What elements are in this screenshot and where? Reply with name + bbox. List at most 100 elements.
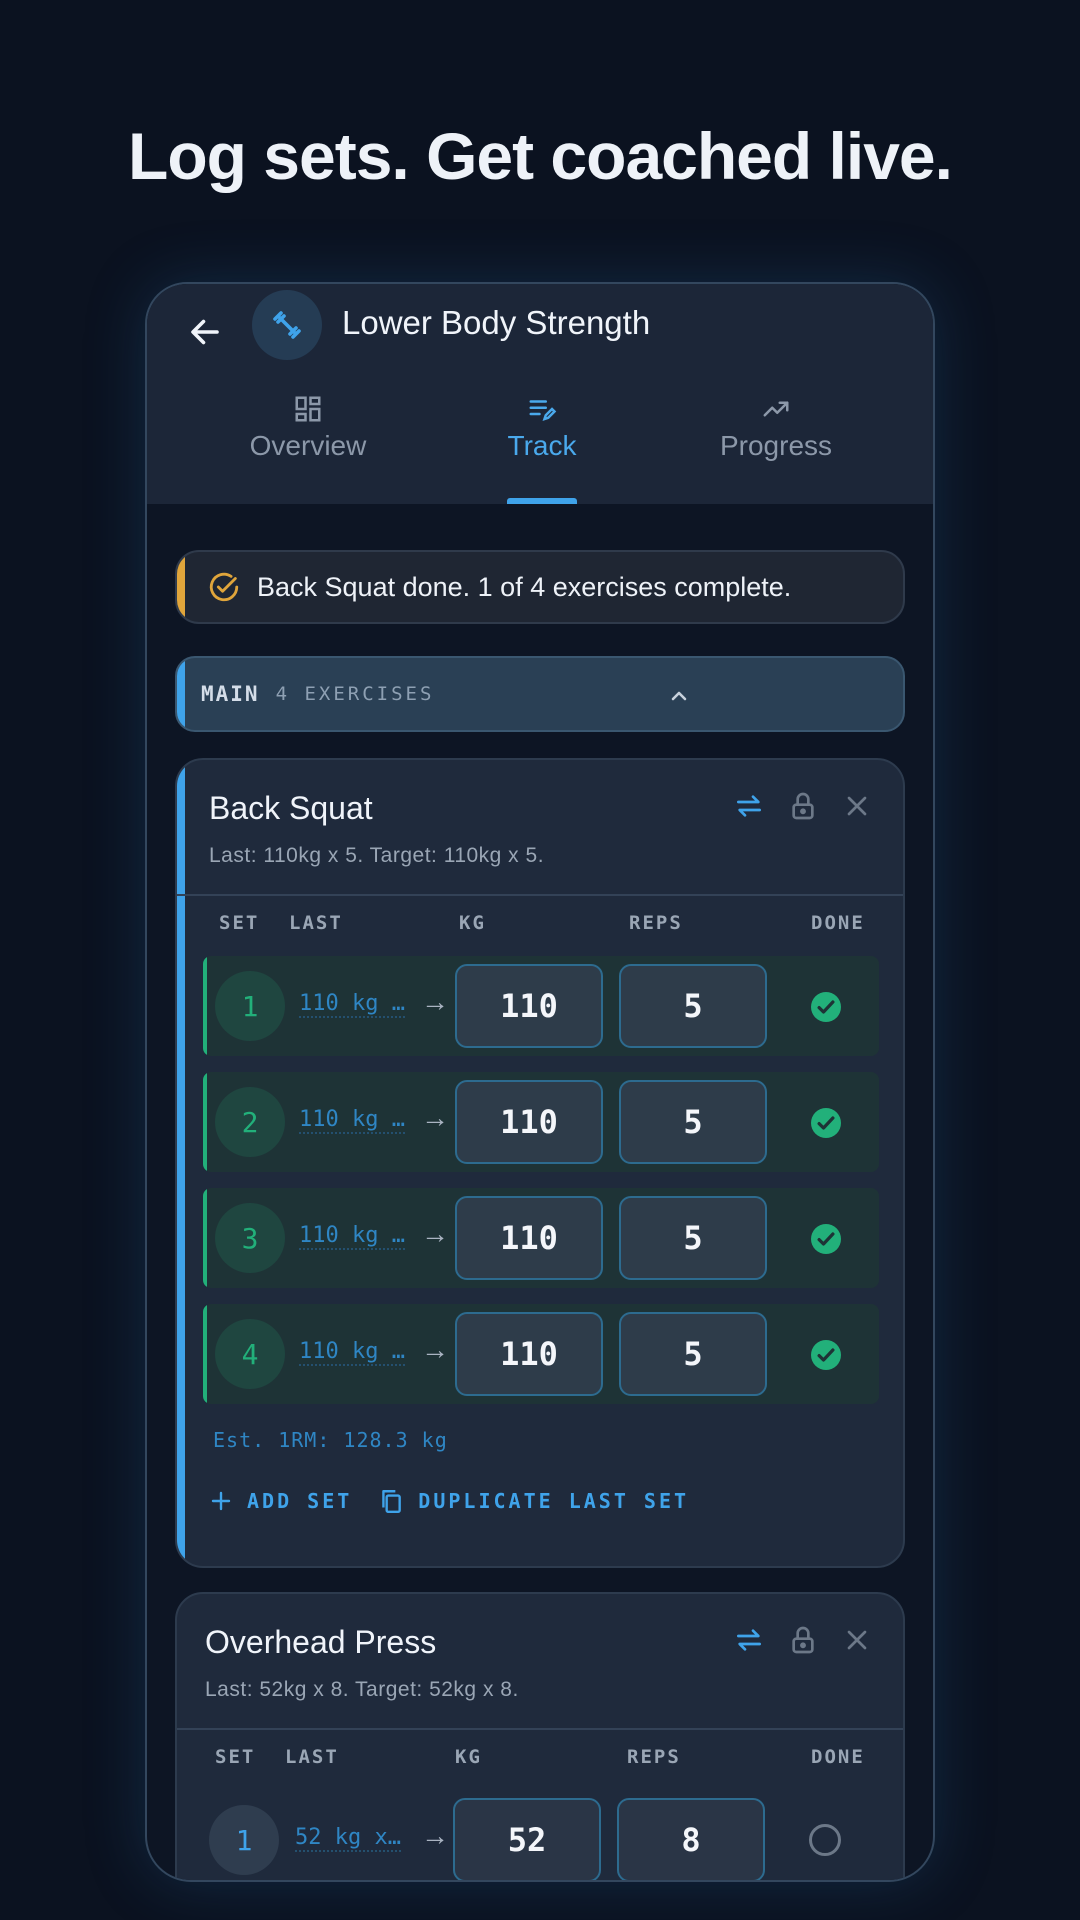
tab-label: Progress xyxy=(719,430,833,461)
trending-up-icon xyxy=(763,401,789,417)
exercise-card-back-squat: Back Squat Last: 110kg x 5. Target: 110k… xyxy=(175,758,905,1568)
lock-icon[interactable] xyxy=(787,790,819,822)
copy-icon xyxy=(382,1490,402,1514)
col-kg: KG xyxy=(455,1746,482,1768)
card-divider xyxy=(177,1728,903,1730)
copy-arrow[interactable]: → xyxy=(421,1102,449,1134)
section-name: MAIN xyxy=(201,682,260,706)
last-value[interactable]: 110 kg … xyxy=(299,1340,405,1366)
set-number: 1 xyxy=(215,971,285,1041)
col-done: DONE xyxy=(811,912,865,934)
duplicate-label: DUPLICATE LAST SET xyxy=(418,1489,690,1513)
tab-track[interactable]: Track xyxy=(427,384,657,504)
card-accent xyxy=(177,760,185,1566)
copy-arrow[interactable]: → xyxy=(421,1334,449,1366)
kg-input[interactable]: 110 xyxy=(455,1196,603,1280)
toast-accent xyxy=(177,552,185,622)
row-indicator xyxy=(203,956,207,1056)
completion-toast: Back Squat done. 1 of 4 exercises comple… xyxy=(175,550,905,624)
reps-input[interactable]: 5 xyxy=(619,1196,767,1280)
track-content: Back Squat done. 1 of 4 exercises comple… xyxy=(147,504,933,1880)
set-row: 2 110 kg … → 110 5 xyxy=(203,1072,879,1172)
tab-progress[interactable]: Progress xyxy=(661,384,891,504)
row-indicator xyxy=(203,1188,207,1288)
app-bar: Lower Body Strength Overview Track Progr… xyxy=(147,284,933,504)
swap-icon[interactable] xyxy=(733,790,765,822)
back-button[interactable] xyxy=(177,304,233,360)
last-value[interactable]: 52 kg x… xyxy=(295,1826,401,1852)
done-check-icon[interactable] xyxy=(811,1224,841,1254)
check-circle-icon xyxy=(209,572,239,602)
add-set-label: ADD SET xyxy=(247,1489,353,1513)
toast-text: Back Squat done. 1 of 4 exercises comple… xyxy=(257,571,792,602)
arrow-left-icon xyxy=(191,319,219,345)
exercise-target: Last: 52kg x 8. Target: 52kg x 8. xyxy=(205,1678,519,1701)
dumbbell-icon xyxy=(273,311,301,339)
last-value[interactable]: 110 kg … xyxy=(299,1224,405,1250)
dashboard-icon xyxy=(295,396,321,422)
kg-input[interactable]: 110 xyxy=(455,1080,603,1164)
kg-input[interactable]: 52 xyxy=(453,1798,601,1880)
lock-icon[interactable] xyxy=(787,1624,819,1656)
exercise-actions xyxy=(733,1624,873,1656)
set-number: 2 xyxy=(215,1087,285,1157)
exercise-actions xyxy=(733,790,873,822)
col-reps: REPS xyxy=(627,1746,681,1768)
reps-input[interactable]: 5 xyxy=(619,1080,767,1164)
reps-input[interactable]: 5 xyxy=(619,1312,767,1396)
set-row: 1 52 kg x… → 52 8 xyxy=(203,1790,879,1880)
set-number: 1 xyxy=(209,1805,279,1875)
phone-frame: Lower Body Strength Overview Track Progr… xyxy=(145,282,935,1882)
done-circle-icon[interactable] xyxy=(809,1824,841,1856)
set-actions: ADD SET DUPLICATE LAST SET xyxy=(209,1488,715,1514)
section-accent xyxy=(177,658,185,730)
tab-bar: Overview Track Progress xyxy=(147,384,933,504)
chevron-up-icon[interactable] xyxy=(667,684,691,708)
tab-label: Track xyxy=(507,430,577,461)
col-last: LAST xyxy=(285,1746,339,1768)
exercise-name: Back Squat xyxy=(209,790,373,826)
row-indicator xyxy=(203,1304,207,1404)
copy-arrow[interactable]: → xyxy=(421,1218,449,1250)
close-icon[interactable] xyxy=(841,790,873,822)
edit-list-icon xyxy=(529,400,557,421)
workout-avatar xyxy=(252,290,322,360)
set-number: 4 xyxy=(215,1319,285,1389)
reps-input[interactable]: 8 xyxy=(617,1798,765,1880)
tab-overview[interactable]: Overview xyxy=(193,384,423,504)
workout-title: Lower Body Strength xyxy=(342,304,651,341)
done-check-icon[interactable] xyxy=(811,1108,841,1138)
row-indicator xyxy=(203,1072,207,1172)
kg-input[interactable]: 110 xyxy=(455,964,603,1048)
done-check-icon[interactable] xyxy=(811,992,841,1022)
col-reps: REPS xyxy=(629,912,683,934)
plus-icon xyxy=(211,1491,231,1511)
add-set-button[interactable]: ADD SET xyxy=(209,1489,352,1513)
last-value[interactable]: 110 kg … xyxy=(299,992,405,1018)
card-divider xyxy=(177,894,903,896)
done-check-icon[interactable] xyxy=(811,1340,841,1370)
duplicate-last-set-button[interactable]: DUPLICATE LAST SET xyxy=(378,1488,689,1514)
col-set: SET xyxy=(215,1746,256,1768)
tab-label: Overview xyxy=(249,430,367,461)
swap-icon[interactable] xyxy=(733,1624,765,1656)
copy-arrow[interactable]: → xyxy=(421,986,449,1018)
last-value[interactable]: 110 kg … xyxy=(299,1108,405,1134)
headline: Log sets. Get coached live. xyxy=(128,119,953,193)
set-row: 4 110 kg … → 110 5 xyxy=(203,1304,879,1404)
close-icon[interactable] xyxy=(841,1624,873,1656)
exercise-name: Overhead Press xyxy=(205,1624,437,1660)
section-header-main[interactable]: MAIN 4 EXERCISES xyxy=(175,656,905,732)
set-row: 1 110 kg … → 110 5 xyxy=(203,956,879,1056)
exercise-target: Last: 110kg x 5. Target: 110kg x 5. xyxy=(209,844,545,867)
copy-arrow[interactable]: → xyxy=(421,1820,449,1852)
set-row: 3 110 kg … → 110 5 xyxy=(203,1188,879,1288)
col-kg: KG xyxy=(459,912,486,934)
reps-input[interactable]: 5 xyxy=(619,964,767,1048)
estimated-1rm: Est. 1RM: 128.3 kg xyxy=(213,1428,448,1452)
col-last: LAST xyxy=(289,912,343,934)
kg-input[interactable]: 110 xyxy=(455,1312,603,1396)
col-set: SET xyxy=(219,912,260,934)
section-count: 4 EXERCISES xyxy=(275,683,435,705)
col-done: DONE xyxy=(811,1746,865,1768)
